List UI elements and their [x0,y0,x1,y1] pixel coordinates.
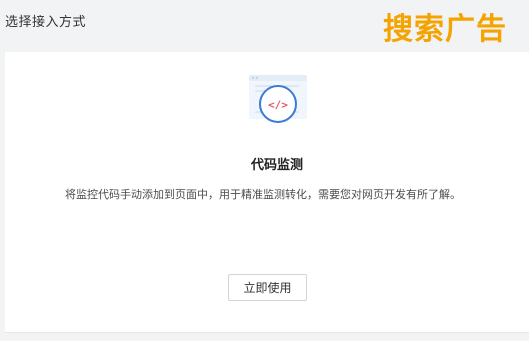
use-now-button[interactable]: 立即使用 [228,274,307,301]
code-glyph: </> [268,99,288,112]
card-title: 代码监测 [250,158,303,173]
bottom-divider [0,333,529,341]
watermark-text: 搜索广告 [383,12,507,47]
access-method-card: </> 代码监测 将监控代码手动添加到页面中，用于精准监测转化，需要您对网页开发… [5,52,529,333]
page-title: 选择接入方式 [5,15,87,30]
card-description: 将监控代码手动添加到页面中，用于精准监测转化，需要您对网页开发有所了解。 [65,188,461,201]
code-monitor-icon: </> [247,72,309,132]
page-header: 选择接入方式 搜索广告 [0,0,529,47]
